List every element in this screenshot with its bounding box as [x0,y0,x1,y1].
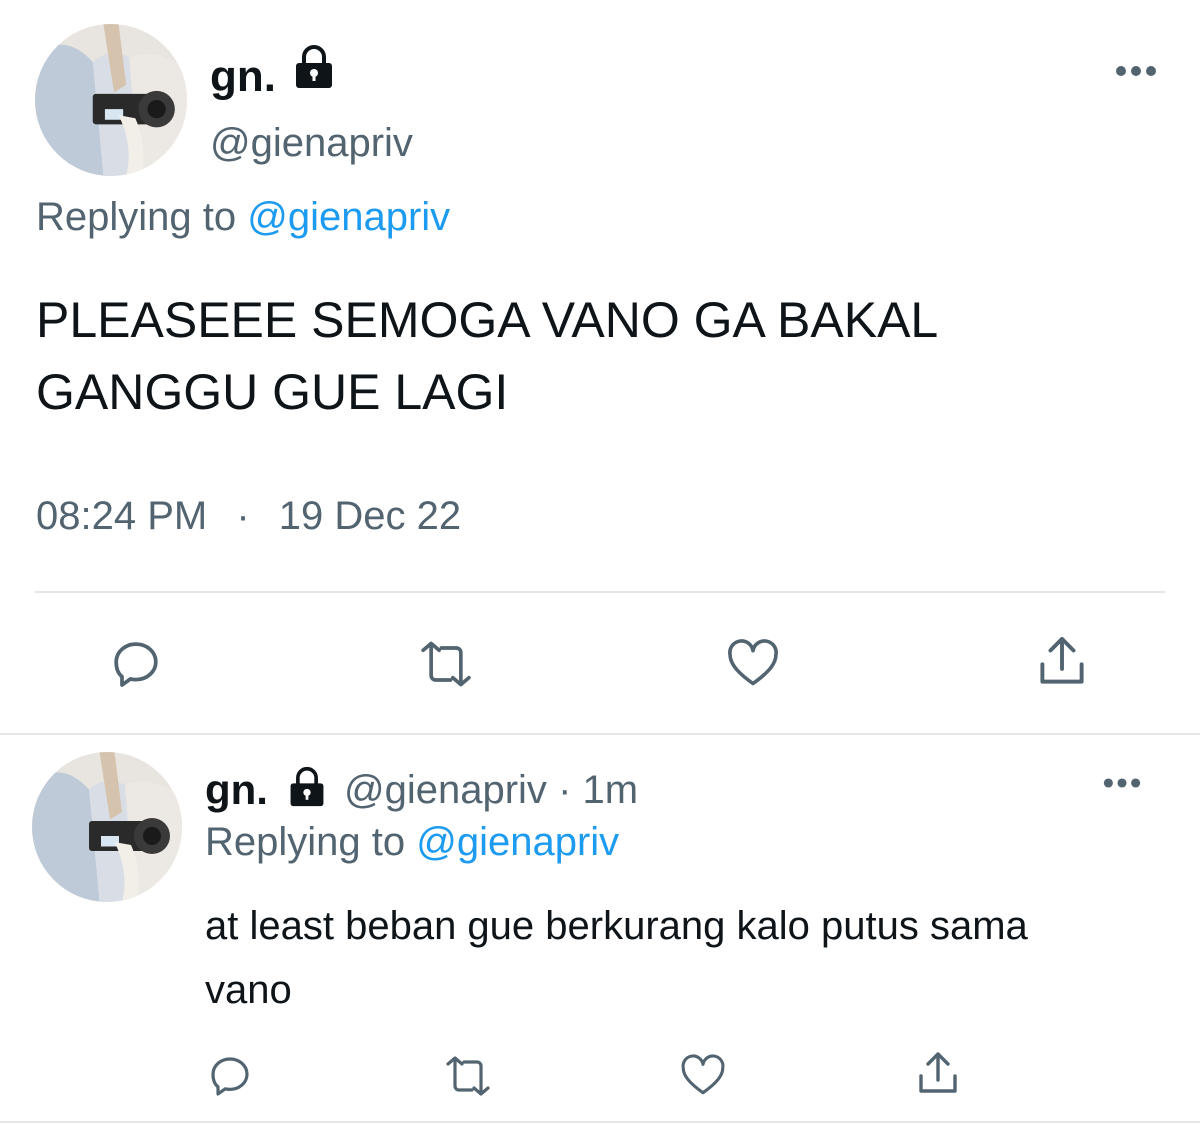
like-button[interactable] [678,1050,728,1100]
tweet-time[interactable]: 08:24 PM [36,494,207,538]
retweet-button[interactable] [440,1052,496,1100]
share-icon [1040,636,1084,684]
tweet-text-line: GANGGU GUE LAGI [36,364,509,420]
lock-icon [292,44,336,90]
tweet-text-line: at least beban gue berkurang kalo putus … [205,904,1028,948]
reply-icon [114,642,158,687]
timestamp-separator: · [236,494,250,538]
reply-button[interactable] [108,636,164,692]
reply-icon [211,1057,249,1096]
tweet-text: PLEASEEE SEMOGA VANO GA BAKAL GANGGU GUE… [36,284,938,428]
replying-to: Replying to @gienapriv [205,818,619,866]
handle[interactable]: @gienapriv [210,120,413,166]
more-options-icon[interactable] [1102,776,1142,790]
share-button[interactable] [1034,632,1090,692]
divider [35,591,1165,593]
timestamp: 08:24 PM · 19 Dec 22 [36,493,461,539]
tweet-text-line: PLEASEEE SEMOGA VANO GA BAKAL [36,292,939,348]
bottom-divider [0,1121,1200,1123]
tweet-age[interactable]: · 1m [558,768,638,812]
reply-button[interactable] [206,1052,254,1100]
avatar[interactable] [35,24,187,176]
share-button[interactable] [914,1048,962,1100]
heart-icon [728,639,778,686]
retweet-icon [446,1056,490,1096]
share-icon [919,1052,957,1093]
retweet-icon [421,641,471,687]
like-button[interactable] [724,634,782,692]
replying-handle-link[interactable]: @gienapriv [247,195,450,239]
replying-prefix: Replying to [36,195,237,239]
avatar-photo [32,752,182,902]
tweet-text: at least beban gue berkurang kalo putus … [205,894,1028,1022]
handle[interactable]: @gienapriv [344,768,547,812]
retweet-button[interactable] [414,636,478,692]
more-options-icon[interactable] [1114,64,1158,78]
avatar-photo [35,24,187,176]
tweet-date[interactable]: 19 Dec 22 [279,494,461,538]
reply-meta: @gienapriv · 1m [344,766,638,814]
tweet-separator [0,733,1200,735]
display-name[interactable]: gn. [205,766,268,814]
replying-prefix: Replying to [205,820,406,864]
display-name[interactable]: gn. [210,52,276,102]
avatar[interactable] [32,752,182,902]
heart-icon [681,1054,725,1095]
tweet-text-line: vano [205,968,292,1012]
replying-handle-link[interactable]: @gienapriv [416,820,619,864]
replying-to: Replying to @gienapriv [36,194,450,240]
lock-icon [286,766,328,808]
